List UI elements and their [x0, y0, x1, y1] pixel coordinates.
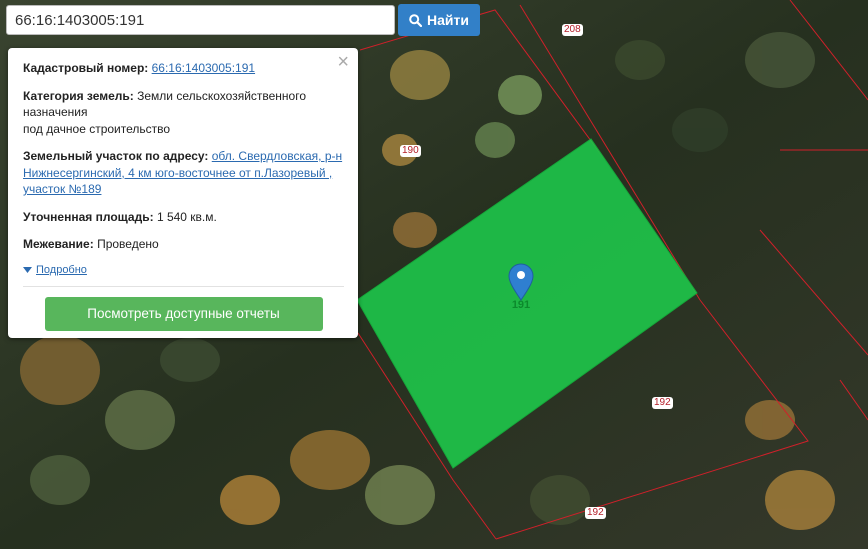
survey-label: Межевание:	[23, 237, 94, 251]
caret-down-icon	[23, 266, 32, 273]
search-bar: Найти	[6, 4, 480, 36]
search-button[interactable]: Найти	[398, 4, 480, 36]
plot-number-label: 208	[562, 24, 583, 36]
address-label: Земельный участок по адресу:	[23, 149, 209, 163]
area-label: Уточненная площадь:	[23, 209, 154, 224]
land-category-row: Категория земель: Земли сельскохозяйстве…	[23, 88, 344, 138]
survey-value: Проведено	[97, 237, 159, 251]
cadastral-number-link[interactable]: 66:16:1403005:191	[152, 61, 255, 75]
plot-number-label: 190	[400, 145, 421, 157]
plot-number-label: 192	[585, 507, 606, 519]
land-category-label: Категория земель:	[23, 88, 134, 103]
area-row: Уточненная площадь: 1 540 кв.м.	[23, 209, 344, 226]
search-input[interactable]	[6, 5, 395, 35]
cadastral-number-label: Кадастровый номер:	[23, 61, 149, 75]
address-row: Земельный участок по адресу: обл. Свердл…	[23, 148, 344, 198]
popup-divider	[23, 285, 344, 287]
area-value: 1 540 кв.м.	[156, 209, 217, 224]
search-button-label: Найти	[427, 12, 469, 28]
details-link-label: Подробно	[36, 263, 87, 276]
view-reports-button[interactable]: Посмотреть доступные отчеты	[44, 296, 323, 331]
details-link[interactable]: Подробно	[23, 264, 344, 276]
plot-number-label: 192	[652, 397, 673, 409]
land-use-value: под дачное строительство	[23, 121, 171, 136]
survey-row: Межевание: Проведено	[23, 236, 344, 253]
search-icon	[409, 13, 423, 27]
cadastral-number-row: Кадастровый номер: 66:16:1403005:191	[23, 60, 344, 77]
plot-info-popup: × Кадастровый номер: 66:16:1403005:191 К…	[8, 48, 358, 338]
close-icon[interactable]: ×	[337, 52, 349, 72]
